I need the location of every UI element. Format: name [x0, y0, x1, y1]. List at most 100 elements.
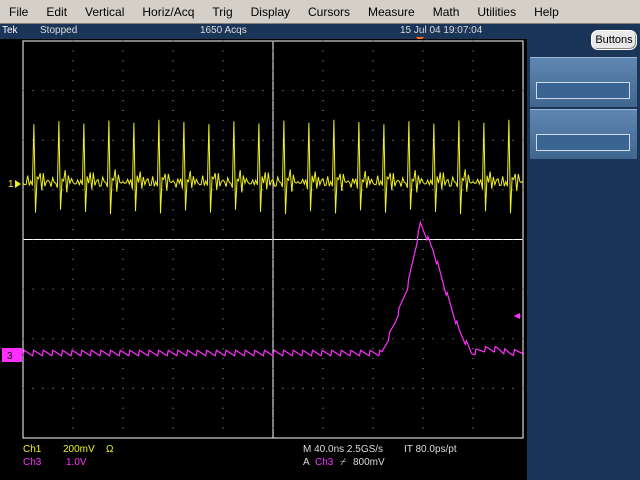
graticule-dot	[242, 288, 244, 290]
graticule-dot	[242, 90, 244, 92]
graticule-dot	[452, 90, 454, 92]
graticule-dot	[272, 169, 274, 171]
graticule-dot	[262, 239, 264, 240]
menu-utilities[interactable]: Utilities	[468, 0, 525, 24]
graticule-dot	[522, 338, 524, 340]
menu-measure[interactable]: Measure	[359, 0, 424, 24]
menu-horiz-acq[interactable]: Horiz/Acq	[133, 0, 203, 24]
graticule-dot	[322, 90, 324, 92]
graticule-dot	[222, 219, 224, 221]
graticule-dot	[92, 139, 94, 141]
graticule-dot	[142, 387, 144, 389]
graticule-dot	[172, 139, 174, 141]
graticule-dot	[472, 397, 474, 399]
graticule-dot	[112, 239, 114, 240]
menu-math[interactable]: Math	[424, 0, 469, 24]
graticule-dot	[382, 189, 384, 191]
graticule-dot	[422, 90, 424, 92]
graticule-dot	[222, 80, 224, 82]
ch3-scale[interactable]: 1.0V	[66, 457, 87, 468]
graticule-dot	[172, 219, 174, 221]
graticule-dot	[472, 258, 474, 260]
graticule-dot	[332, 90, 334, 92]
graticule-dot	[322, 258, 324, 260]
graticule-dot	[172, 129, 174, 131]
graticule-dot	[432, 288, 434, 290]
trigger-source[interactable]: Ch3	[315, 457, 333, 468]
graticule-dot	[452, 338, 454, 340]
ch1-name[interactable]: Ch1	[23, 444, 41, 455]
graticule-dot	[52, 387, 54, 389]
waveform-display[interactable]: 1 3	[0, 39, 527, 440]
graticule-dot	[462, 288, 464, 290]
side-control-1[interactable]	[530, 57, 637, 107]
graticule-dot	[272, 60, 274, 62]
graticule-dot	[412, 288, 414, 290]
graticule-dot	[222, 209, 224, 211]
graticule-dot	[472, 109, 474, 111]
ch1-scale[interactable]: 200mV	[63, 444, 95, 455]
graticule-dot	[222, 199, 224, 201]
menu-vertical[interactable]: Vertical	[76, 0, 133, 24]
graticule-dot	[272, 397, 274, 399]
menu-cursors[interactable]: Cursors	[299, 0, 359, 24]
graticule-dot	[512, 387, 514, 389]
graticule-dot	[422, 407, 424, 409]
ch3-ground-marker[interactable]: 3	[2, 348, 22, 362]
graticule-dot	[72, 268, 74, 270]
graticule-dot	[212, 139, 214, 141]
graticule-dot	[512, 338, 514, 340]
graticule-dot	[422, 149, 424, 151]
graticule-dot	[332, 387, 334, 389]
graticule-dot	[172, 358, 174, 360]
graticule-dot	[392, 90, 394, 92]
graticule-dot	[342, 90, 344, 92]
graticule-dot	[322, 417, 324, 419]
graticule-dot	[62, 288, 64, 290]
graticule-dot	[372, 427, 374, 429]
graticule-dot	[372, 248, 374, 250]
menu-display[interactable]: Display	[242, 0, 299, 24]
graticule-dot	[422, 368, 424, 370]
graticule-dot	[322, 239, 324, 240]
trigger-mode[interactable]: A	[303, 457, 310, 468]
side-field-1[interactable]	[536, 82, 630, 99]
menu-trig[interactable]: Trig	[203, 0, 241, 24]
graticule-dot	[172, 159, 174, 161]
graticule-dot	[272, 109, 274, 111]
graticule-dot	[442, 288, 444, 290]
graticule-dot	[422, 189, 424, 191]
graticule-dot	[472, 407, 474, 409]
ch3-name[interactable]: Ch3	[23, 457, 41, 468]
graticule-dot	[72, 417, 74, 419]
graticule-dot	[372, 338, 374, 340]
horizontal-readout[interactable]: M 40.0ns 2.5GS/s	[303, 444, 383, 455]
graticule-dot	[182, 338, 184, 340]
graticule-dot	[182, 239, 184, 240]
side-control-2[interactable]	[530, 109, 637, 159]
graticule-dot	[172, 80, 174, 82]
graticule-dot	[172, 60, 174, 62]
graticule-dot	[162, 139, 164, 141]
graticule-dot	[312, 90, 314, 92]
graticule-dot	[22, 90, 24, 92]
graticule-dot	[222, 248, 224, 250]
graticule-dot	[32, 387, 34, 389]
graticule-dot	[322, 318, 324, 320]
menu-file[interactable]: File	[0, 0, 37, 24]
menu-edit[interactable]: Edit	[37, 0, 76, 24]
graticule-dot	[472, 90, 474, 92]
graticule-dot	[372, 189, 374, 191]
graticule-dot	[322, 219, 324, 221]
side-field-2[interactable]	[536, 134, 630, 151]
buttons-button[interactable]: Buttons	[591, 30, 637, 50]
graticule-dot	[202, 139, 204, 141]
trigger-level[interactable]: 800mV	[353, 457, 385, 468]
graticule-dot	[472, 119, 474, 121]
graticule-dot	[322, 397, 324, 399]
rising-edge-icon: ⌿	[340, 457, 346, 468]
graticule-dot	[452, 189, 454, 191]
menu-help[interactable]: Help	[525, 0, 568, 24]
graticule-dot	[252, 288, 254, 290]
graticule-dot	[122, 100, 124, 102]
